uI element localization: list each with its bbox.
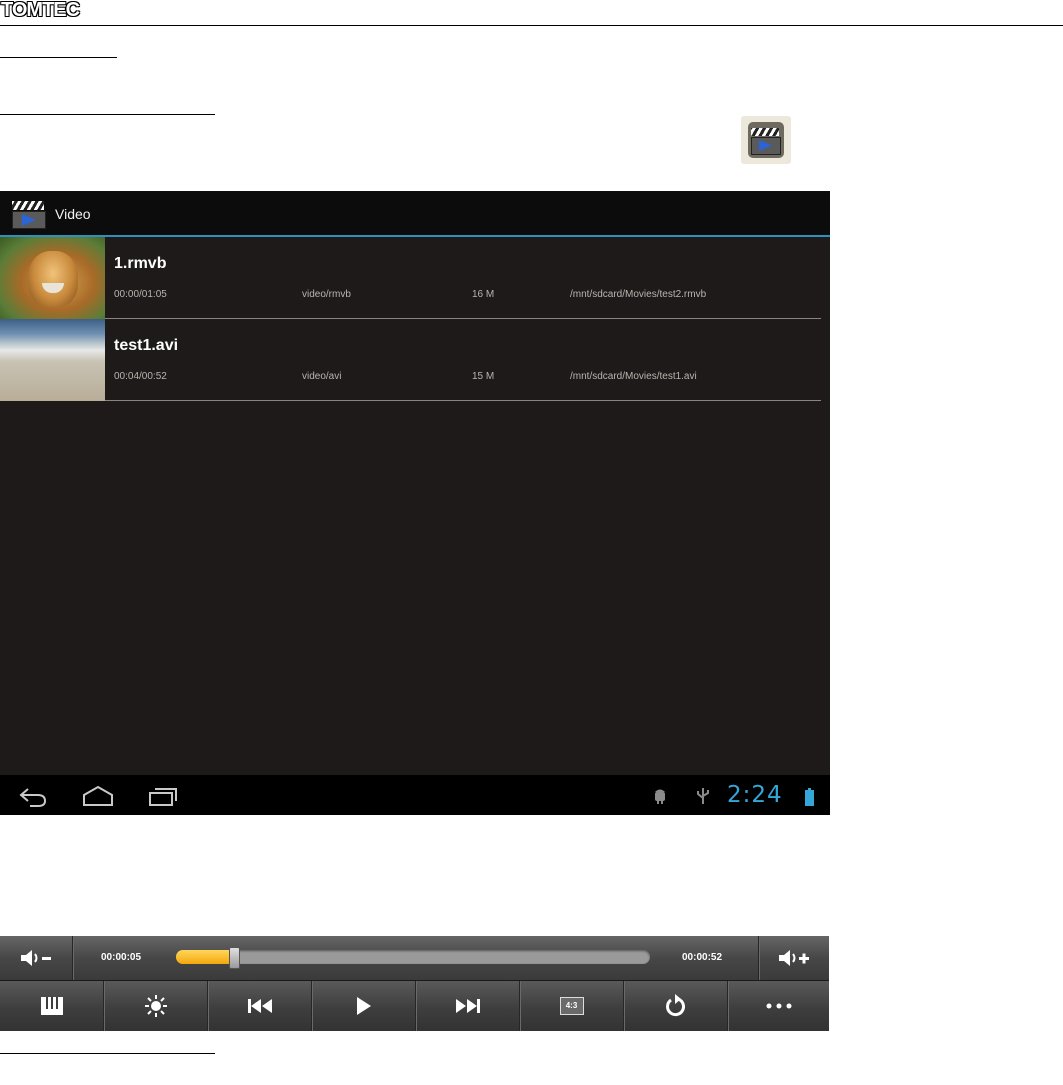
home-icon[interactable] [82,785,114,807]
video-path: /mnt/sdcard/Movies/test2.rmvb [570,289,707,300]
next-button[interactable] [416,981,519,1031]
clapperboard-icon[interactable] [12,201,46,229]
heading-underline-1 [0,57,117,58]
previous-icon [247,999,272,1013]
seek-progress [176,950,233,964]
video-app-icon [741,116,791,164]
android-debug-icon [655,789,665,804]
video-thumbnail [0,319,105,401]
header-rule [0,25,1063,26]
aspect-ratio-icon: 4:3 [559,997,584,1015]
volume-up-icon [779,950,809,966]
aspect-ratio-button[interactable]: 4:3 [520,981,623,1031]
clapperboard-icon [751,125,781,155]
volume-down-button[interactable] [0,936,72,980]
brightness-icon [144,995,167,1017]
control-button-row: 4:3 [0,981,829,1031]
seek-thumb[interactable] [228,947,240,969]
video-path: /mnt/sdcard/Movies/test1.avi [570,371,697,382]
playlist-icon [40,997,63,1015]
battery-icon [805,788,814,806]
heading-underline-3 [0,1053,215,1054]
video-size: 15 M [472,371,495,382]
usb-icon [697,788,709,804]
play-icon [356,997,371,1015]
recent-apps-icon[interactable] [148,785,178,807]
current-time: 00:00:05 [101,952,142,963]
previous-button[interactable] [208,981,311,1031]
seek-slider[interactable] [176,947,650,969]
video-type: video/rmvb [302,289,351,300]
more-button[interactable] [728,981,829,1031]
video-list-item[interactable]: test1.avi 00:04/00:52 video/avi 15 M /mn… [0,319,830,401]
tomtec-logo: TOMTEC [1,0,80,21]
divider [105,400,821,401]
action-bar: Video [0,191,830,237]
video-thumbnail [0,237,105,319]
playback-controls: 00:00:05 00:00:52 4:3 [0,936,829,1031]
total-time: 00:00:52 [682,952,723,963]
play-button[interactable] [312,981,415,1031]
heading-underline-2 [0,114,215,115]
volume-down-icon [21,950,51,966]
video-time: 00:04/00:52 [114,371,167,382]
back-icon[interactable] [18,785,48,807]
video-list-item[interactable]: 1.rmvb 00:00/01:05 video/rmvb 16 M /mnt/… [0,237,830,319]
volume-up-button[interactable] [759,936,829,980]
next-icon [455,999,480,1013]
brightness-button[interactable] [104,981,207,1031]
video-time: 00:00/01:05 [114,289,167,300]
aspect-ratio-label: 4:3 [565,1001,578,1010]
system-navigation-bar: 2:24 [0,775,830,815]
repeat-button[interactable] [624,981,727,1031]
seek-bar-row: 00:00:05 00:00:52 [0,936,829,981]
video-name: test1.avi [114,337,179,354]
app-title: Video [55,206,91,222]
video-type: video/avi [302,371,342,382]
status-clock: 2:24 [727,782,783,808]
repeat-icon [665,994,685,1017]
video-app-screenshot: Video 1.rmvb 00:00/01:05 video/rmvb 16 M… [0,191,830,815]
video-name: 1.rmvb [114,255,167,272]
playlist-button[interactable] [0,981,103,1031]
video-size: 16 M [472,289,495,300]
more-icon [766,1003,791,1009]
